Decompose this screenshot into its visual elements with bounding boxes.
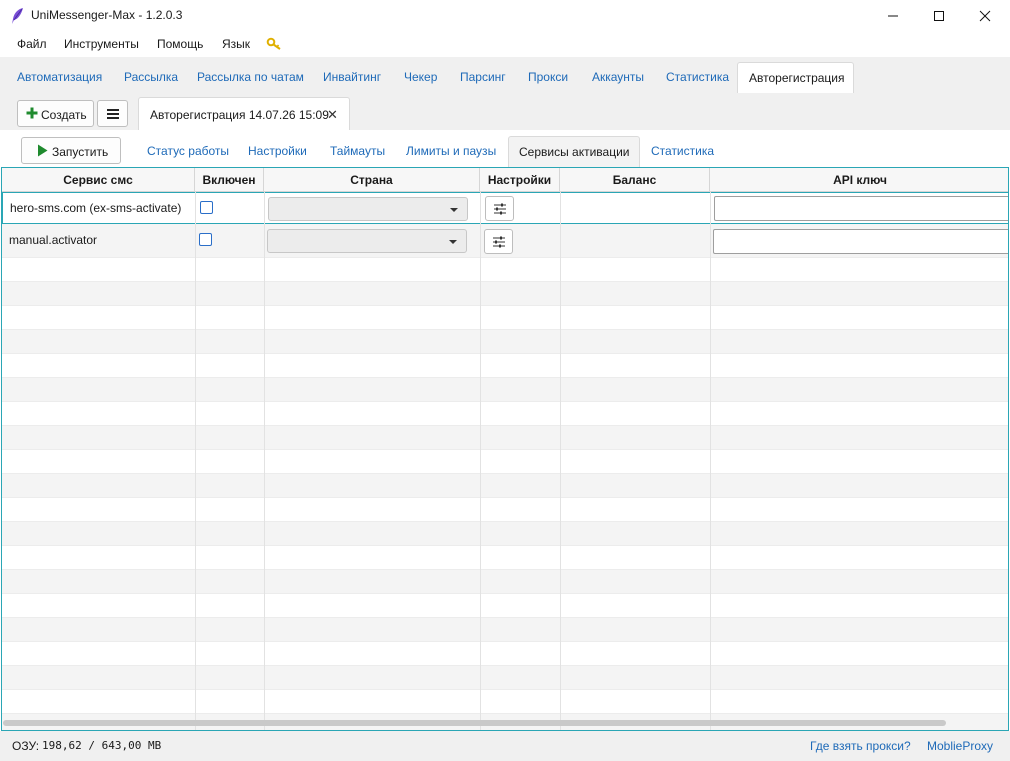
run-button[interactable]: Запустить — [21, 137, 121, 164]
table-row — [2, 498, 1008, 522]
column-header-enabled[interactable]: Включен — [195, 168, 264, 192]
api-key-input[interactable] — [713, 229, 1008, 254]
table-row — [2, 282, 1008, 306]
table-row — [2, 378, 1008, 402]
table-row — [2, 402, 1008, 426]
menu-file[interactable]: Файл — [17, 37, 47, 51]
column-header-country[interactable]: Страна — [264, 168, 480, 192]
tab-checker[interactable]: Чекер — [404, 70, 437, 84]
services-table[interactable]: Сервис смс Включен Страна Настройки Бала… — [1, 167, 1009, 731]
enabled-checkbox[interactable] — [200, 201, 213, 214]
column-divider — [560, 192, 561, 730]
table-row — [2, 330, 1008, 354]
chevron-down-icon — [449, 240, 457, 244]
plus-icon — [26, 107, 38, 119]
tab-proxy[interactable]: Прокси — [528, 70, 568, 84]
column-header-settings[interactable]: Настройки — [480, 168, 560, 192]
menu-language[interactable]: Язык — [222, 37, 250, 51]
table-row — [2, 522, 1008, 546]
table-row — [2, 618, 1008, 642]
table-row — [2, 642, 1008, 666]
menu-tools[interactable]: Инструменты — [64, 37, 139, 51]
tab-inviting[interactable]: Инвайтинг — [323, 70, 381, 84]
tab-statistics[interactable]: Статистика — [666, 70, 729, 84]
minimize-icon — [888, 15, 898, 16]
close-icon — [979, 10, 991, 21]
play-icon — [38, 144, 48, 157]
table-row — [2, 426, 1008, 450]
minimize-button[interactable] — [870, 0, 916, 31]
subtab-activation-services-label: Сервисы активации — [519, 145, 630, 159]
chevron-down-icon — [450, 208, 458, 212]
api-key-input[interactable] — [714, 196, 1008, 221]
maximize-button[interactable] — [916, 0, 962, 31]
close-tab-icon[interactable]: ✕ — [327, 107, 338, 123]
tab-autoregistration-label: Авторегистрация — [749, 71, 845, 85]
window-title: UniMessenger-Max - 1.2.0.3 — [31, 8, 183, 22]
table-row — [2, 594, 1008, 618]
table-row — [2, 354, 1008, 378]
create-button-label: Создать — [41, 108, 87, 122]
sliders-icon — [494, 203, 506, 215]
table-row — [2, 450, 1008, 474]
ram-value: 198,62 / 643,00 MB — [42, 739, 162, 752]
subtab-timeouts[interactable]: Таймауты — [330, 144, 385, 158]
column-header-api-key[interactable]: API ключ — [710, 168, 1008, 192]
title-bar: UniMessenger-Max - 1.2.0.3 — [0, 0, 1010, 31]
sliders-icon — [493, 236, 505, 248]
subtab-activation-services[interactable]: Сервисы активации — [508, 136, 640, 168]
create-button[interactable]: Создать — [17, 100, 94, 127]
table-row — [2, 570, 1008, 594]
document-tab[interactable]: Авторегистрация 14.07.26 15:09 ✕ — [138, 97, 350, 130]
table-row — [2, 546, 1008, 570]
table-row — [2, 474, 1008, 498]
service-settings-button[interactable] — [484, 229, 513, 254]
tab-mailing[interactable]: Рассылка — [124, 70, 178, 84]
key-icon[interactable] — [266, 37, 282, 51]
maximize-icon — [934, 10, 944, 21]
service-name: hero-sms.com (ex-sms-activate) — [10, 201, 182, 215]
tab-chat-mailing[interactable]: Рассылка по чатам — [197, 70, 304, 84]
table-header: Сервис смс Включен Страна Настройки Бала… — [2, 168, 1008, 192]
table-row — [2, 690, 1008, 714]
subtab-statistics[interactable]: Статистика — [651, 144, 714, 158]
column-header-balance[interactable]: Баланс — [560, 168, 710, 192]
table-row — [2, 258, 1008, 282]
column-divider — [195, 192, 196, 730]
table-row — [2, 306, 1008, 330]
tab-automation[interactable]: Автоматизация — [17, 70, 102, 84]
hamburger-menu-button[interactable] — [97, 100, 128, 127]
mobile-proxy-link[interactable]: MoblieProxy — [927, 739, 993, 753]
subtab-limits[interactable]: Лимиты и паузы — [406, 144, 496, 158]
service-settings-button[interactable] — [485, 196, 514, 221]
document-tab-label: Авторегистрация 14.07.26 15:09 — [150, 108, 329, 122]
column-header-service[interactable]: Сервис смс — [2, 168, 195, 192]
menu-help[interactable]: Помощь — [157, 37, 203, 51]
feather-icon — [12, 8, 23, 24]
subtab-settings[interactable]: Настройки — [248, 144, 307, 158]
column-divider — [710, 192, 711, 730]
tab-accounts[interactable]: Аккаунты — [592, 70, 644, 84]
run-button-label: Запустить — [52, 145, 109, 159]
service-name: manual.activator — [9, 233, 98, 247]
close-window-button[interactable] — [962, 0, 1008, 31]
subtab-work-status[interactable]: Статус работы — [147, 144, 229, 158]
horizontal-scrollbar[interactable] — [3, 720, 946, 726]
table-row — [2, 666, 1008, 690]
column-divider — [480, 192, 481, 730]
country-select[interactable] — [268, 197, 468, 221]
where-to-get-proxy-link[interactable]: Где взять прокси? — [810, 739, 911, 753]
enabled-checkbox[interactable] — [199, 233, 212, 246]
ram-label: ОЗУ: — [12, 739, 40, 753]
country-select[interactable] — [267, 229, 467, 253]
table-row-manual-activator[interactable]: manual.activator — [2, 224, 1008, 258]
tab-autoregistration[interactable]: Авторегистрация — [737, 62, 854, 93]
tab-parsing[interactable]: Парсинг — [460, 70, 506, 84]
table-row-hero-sms[interactable]: hero-sms.com (ex-sms-activate) — [2, 192, 1008, 224]
column-divider — [264, 192, 265, 730]
menu-bar — [0, 31, 1010, 57]
